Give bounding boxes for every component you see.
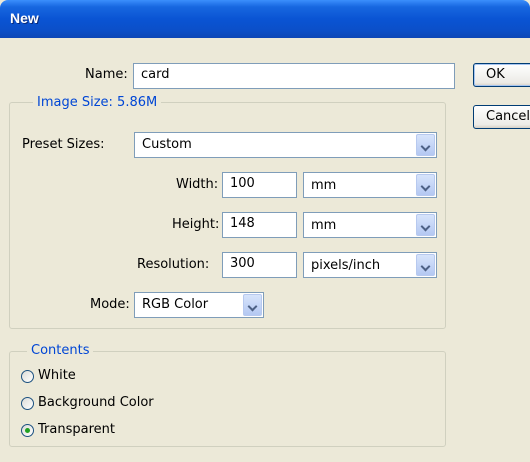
window-title: New <box>10 10 39 26</box>
ok-button[interactable]: OK <box>473 63 530 87</box>
width-field[interactable]: 100 <box>222 172 297 198</box>
width-unit-select[interactable]: mm <box>303 172 437 198</box>
radio-button-icon[interactable] <box>21 424 34 437</box>
height-field[interactable]: 148 <box>222 212 297 238</box>
width-label: Width: <box>176 177 219 192</box>
chevron-down-icon[interactable] <box>416 134 435 156</box>
resolution-unit-select[interactable]: pixels/inch <box>303 252 437 278</box>
contents-legend: Contents <box>27 343 94 358</box>
name-field[interactable]: card <box>133 63 455 89</box>
resolution-field[interactable]: 300 <box>222 252 297 278</box>
mode-label: Mode: <box>90 297 130 312</box>
mode-value: RGB Color <box>142 297 209 312</box>
title-bar[interactable]: New <box>0 0 530 38</box>
preset-sizes-value: Custom <box>142 137 192 152</box>
mode-select[interactable]: RGB Color <box>134 292 264 318</box>
radio-label-white[interactable]: White <box>38 368 76 383</box>
chevron-down-icon[interactable] <box>416 254 435 276</box>
chevron-down-icon[interactable] <box>416 174 435 196</box>
cancel-button[interactable]: Cancel <box>473 105 530 129</box>
chevron-down-icon[interactable] <box>243 294 262 316</box>
name-label: Name: <box>85 67 128 82</box>
radio-button-icon[interactable] <box>21 397 34 410</box>
resolution-unit-value: pixels/inch <box>311 258 381 273</box>
height-unit-select[interactable]: mm <box>303 212 437 238</box>
resolution-label: Resolution: <box>137 257 210 272</box>
image-size-legend: Image Size: 5.86M <box>33 95 162 110</box>
new-document-dialog: New Name: card Image Size: 5.86M Preset … <box>0 0 530 462</box>
height-label: Height: <box>172 217 220 232</box>
chevron-down-icon[interactable] <box>416 214 435 236</box>
radio-label-background-color[interactable]: Background Color <box>38 395 154 410</box>
radio-label-transparent[interactable]: Transparent <box>38 422 115 437</box>
height-unit-value: mm <box>311 218 337 233</box>
width-unit-value: mm <box>311 178 337 193</box>
preset-sizes-label: Preset Sizes: <box>22 137 105 152</box>
radio-button-icon[interactable] <box>21 370 34 383</box>
preset-sizes-select[interactable]: Custom <box>134 132 437 158</box>
